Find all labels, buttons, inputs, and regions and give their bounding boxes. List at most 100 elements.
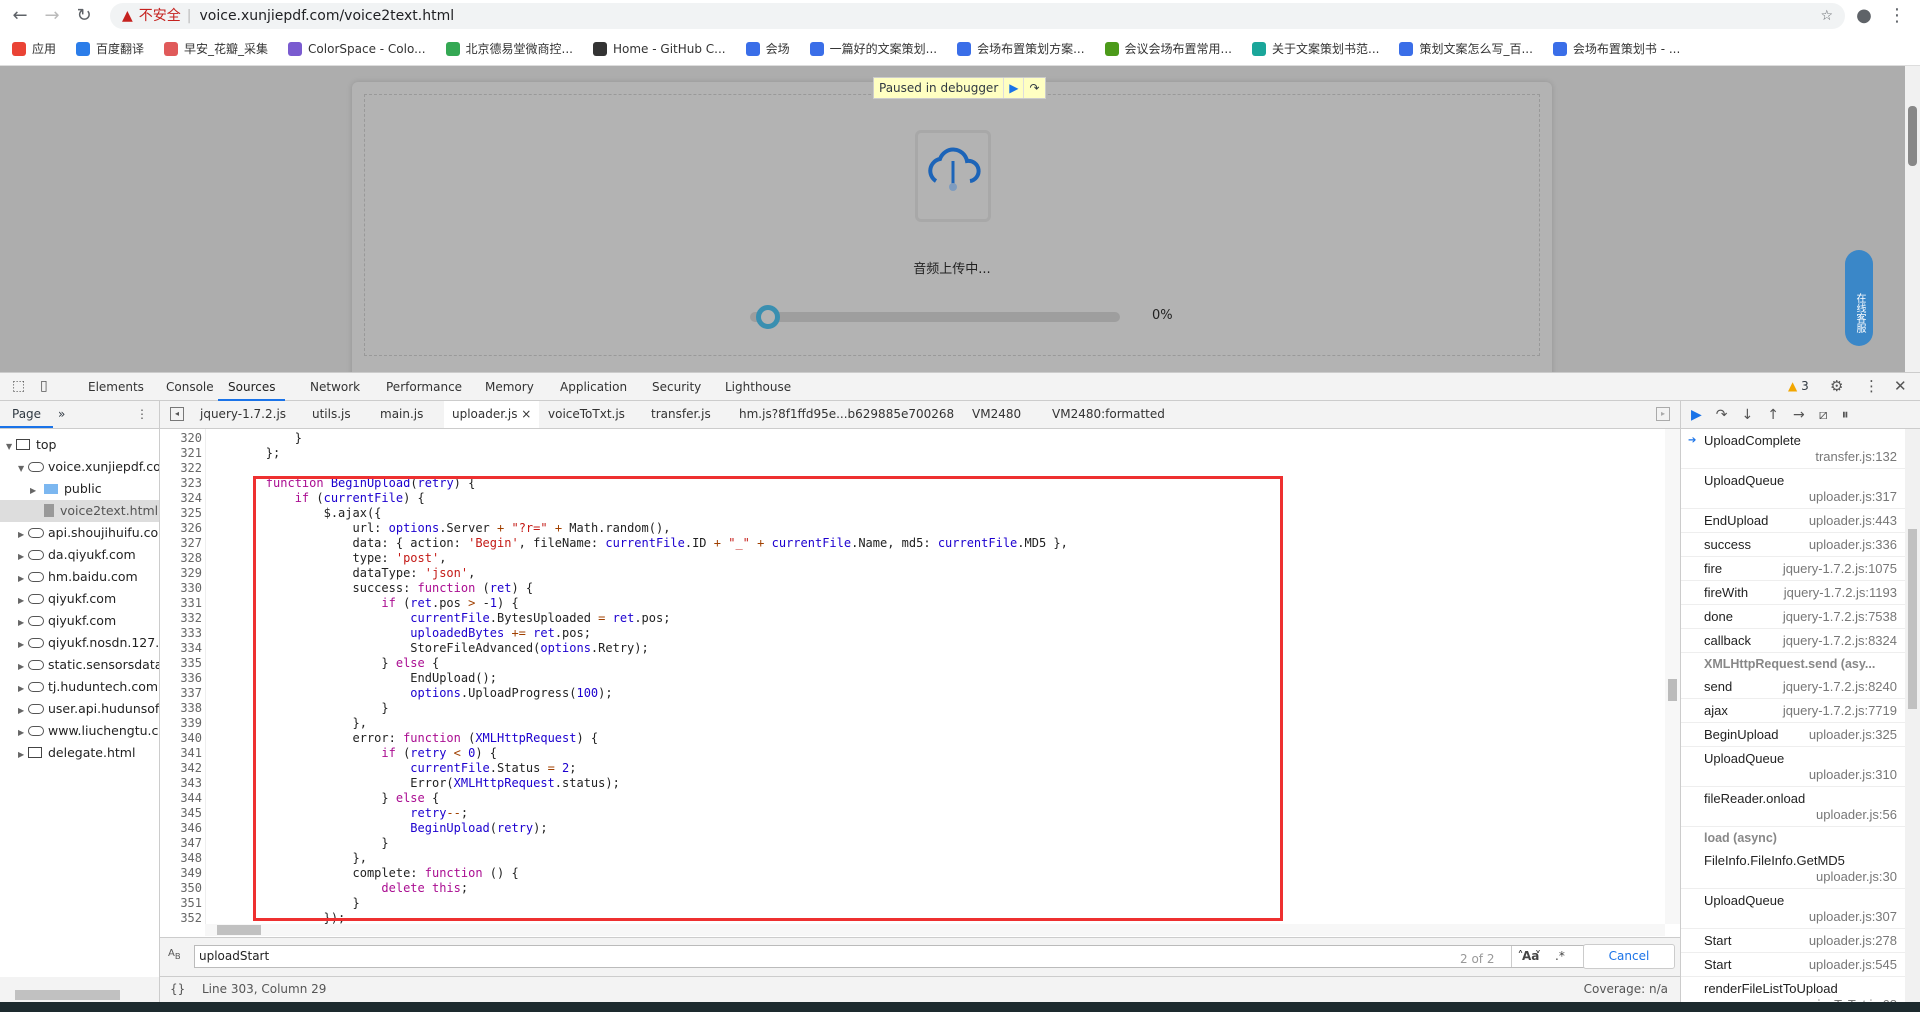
cancel-search-button[interactable]: Cancel — [1583, 944, 1675, 969]
navigator-scrollbar[interactable] — [0, 977, 160, 1002]
call-frame[interactable]: FileInfo.FileInfo.GetMD5 uploader.js:30 — [1681, 849, 1905, 889]
collapse-arrow-icon[interactable]: ▶ — [18, 700, 28, 720]
tree-item[interactable]: ▶ tj.huduntech.com — [0, 676, 159, 698]
call-frame-location[interactable]: jquery-1.7.2.js:8324 — [1783, 633, 1905, 649]
bookmark-item[interactable]: Home - GitHub C... — [593, 41, 726, 56]
line-number[interactable]: 337 — [160, 686, 202, 701]
resume-icon[interactable]: ▶ — [1691, 407, 1702, 423]
source-tab[interactable]: hm.js?8f1ffd95e...b629885e700268 — [731, 401, 962, 428]
call-frame[interactable]: send jquery-1.7.2.js:8240 — [1681, 675, 1905, 699]
menu-icon[interactable]: ⋮ — [1885, 4, 1909, 28]
toggle-navigator-icon[interactable]: ◂ — [170, 407, 184, 421]
call-frame-location[interactable]: jquery-1.7.2.js:8240 — [1783, 679, 1905, 695]
tree-item[interactable]: ▶ da.qiyukf.com — [0, 544, 159, 566]
call-frame[interactable]: renderFileListToUploadvoiceToTxt.js:68 — [1681, 977, 1905, 1002]
bookmark-item[interactable]: 会场布置策划书 - ... — [1552, 40, 1680, 57]
line-number[interactable]: 342 — [160, 761, 202, 776]
bookmark-item[interactable]: 百度翻译 — [76, 40, 144, 57]
line-gutter[interactable]: 320 321 322 323 324 325 326 327 328 329 330 331 332 3… — [160, 429, 206, 924]
tab-elements[interactable]: Elements — [78, 373, 154, 401]
call-frame-location[interactable]: uploader.js:307 — [1704, 909, 1905, 924]
tab-performance[interactable]: Performance — [376, 373, 472, 401]
bookmark-item[interactable]: ColorSpace - Colo... — [288, 41, 426, 56]
line-number[interactable]: 328 — [160, 551, 202, 566]
source-tab[interactable]: utils.js — [304, 401, 359, 428]
line-number[interactable]: 334 — [160, 641, 202, 656]
source-tab[interactable]: VM2480 — [964, 401, 1029, 428]
tree-item[interactable]: ▼ voice.xunjiepdf.com — [0, 456, 159, 478]
tree-item[interactable]: ▶ qiyukf.nosdn.127.net — [0, 632, 159, 654]
source-tab[interactable]: jquery-1.7.2.js — [192, 401, 294, 428]
call-frame-location[interactable]: jquery-1.7.2.js:1075 — [1783, 561, 1905, 577]
line-number[interactable]: 329 — [160, 566, 202, 581]
call-frame[interactable]: success uploader.js:336 — [1681, 533, 1905, 557]
tree-item[interactable]: ▶ delegate.html — [0, 742, 159, 764]
call-frame-location[interactable]: transfer.js:132 — [1704, 449, 1905, 464]
line-number[interactable]: 343 — [160, 776, 202, 791]
tree-item[interactable]: ▶ qiyukf.com — [0, 610, 159, 632]
bookmark-item[interactable]: 一篇好的文案策划... — [809, 40, 937, 57]
close-tab-icon[interactable]: × — [517, 407, 531, 421]
line-number[interactable]: 330 — [160, 581, 202, 596]
navigator-menu-icon[interactable]: ⋮ — [136, 401, 148, 428]
tree-item[interactable]: ▶ user.api.hudunsoft.com — [0, 698, 159, 720]
call-stack-scrollbar[interactable] — [1905, 429, 1920, 1002]
search-input[interactable]: uploadStart 2 of 2 ˄ ˅ — [194, 945, 1586, 968]
bookmark-item[interactable]: 会场 — [745, 40, 790, 57]
line-number[interactable]: 324 — [160, 491, 202, 506]
forward-icon[interactable]: → — [40, 4, 64, 28]
call-frame-location[interactable]: uploader.js:325 — [1809, 727, 1905, 743]
bookmark-item[interactable]: 北京德易堂微商控... — [445, 40, 573, 57]
call-frame[interactable]: fire jquery-1.7.2.js:1075 — [1681, 557, 1905, 581]
call-frame[interactable]: UploadQueue uploader.js:307 — [1681, 889, 1905, 929]
tree-item[interactable]: ▶ hm.baidu.com — [0, 566, 159, 588]
tab-application[interactable]: Application — [550, 373, 637, 401]
resume-icon[interactable]: ▶ — [1004, 78, 1025, 98]
step-out-icon[interactable]: ↑ — [1767, 407, 1779, 423]
page-scrollbar[interactable] — [1905, 66, 1920, 372]
call-frame-location[interactable]: uploader.js:317 — [1704, 489, 1905, 504]
bookmark-item[interactable]: 早安_花瓣_采集 — [164, 40, 268, 57]
line-number[interactable]: 335 — [160, 656, 202, 671]
toggle-debugger-icon[interactable]: ▸ — [1656, 407, 1670, 421]
warnings-badge[interactable]: ▲ 3 — [1788, 379, 1809, 393]
bookmark-item[interactable]: 关于文案策划书范... — [1252, 40, 1379, 57]
bookmark-star-icon[interactable]: ☆ — [1820, 3, 1833, 29]
more-options-icon[interactable]: ⋮ — [1864, 377, 1879, 395]
call-frame[interactable]: fileReader.onload uploader.js:56 — [1681, 787, 1905, 827]
expand-arrow-icon[interactable]: ▼ — [6, 436, 16, 456]
call-frame-location[interactable]: uploader.js:443 — [1809, 513, 1905, 529]
call-frame[interactable]: Start uploader.js:278 — [1681, 929, 1905, 953]
collapse-arrow-icon[interactable]: ▶ — [18, 656, 28, 676]
replace-toggle-icon[interactable]: AB — [168, 948, 181, 961]
call-frame-location[interactable]: jquery-1.7.2.js:7538 — [1783, 609, 1905, 625]
bookmark-item[interactable]: 策划文案怎么写_百... — [1399, 40, 1533, 57]
tree-item[interactable]: ▶ qiyukf.com — [0, 588, 159, 610]
deactivate-breakpoints-icon[interactable]: ⧄ — [1819, 407, 1828, 423]
tree-item[interactable]: ▶ static.sensorsdata.cn — [0, 654, 159, 676]
collapse-arrow-icon[interactable]: ▶ — [18, 634, 28, 654]
line-number[interactable]: 338 — [160, 701, 202, 716]
line-number[interactable]: 331 — [160, 596, 202, 611]
line-number[interactable]: 332 — [160, 611, 202, 626]
online-support-button[interactable]: 在线客服 — [1845, 250, 1873, 346]
profile-icon[interactable]: ● — [1852, 4, 1876, 28]
bookmark-item[interactable]: 会场布置策划方案... — [957, 40, 1085, 57]
close-devtools-icon[interactable]: ✕ — [1894, 377, 1907, 395]
call-frame[interactable]: fireWith jquery-1.7.2.js:1193 — [1681, 581, 1905, 605]
line-number[interactable]: 340 — [160, 731, 202, 746]
line-number[interactable]: 341 — [160, 746, 202, 761]
line-number[interactable]: 333 — [160, 626, 202, 641]
bookmark-item[interactable]: 会议会场布置常用... — [1104, 40, 1232, 57]
collapse-arrow-icon[interactable]: ▶ — [18, 744, 28, 764]
call-frame[interactable]: ajax jquery-1.7.2.js:7719 — [1681, 699, 1905, 723]
call-frame[interactable]: EndUpload uploader.js:443 — [1681, 509, 1905, 533]
call-frame-location[interactable]: jquery-1.7.2.js:7719 — [1783, 703, 1905, 719]
tab-console[interactable]: Console — [156, 373, 224, 401]
source-tab[interactable]: VM2480:formatted — [1044, 401, 1173, 428]
source-tab[interactable]: transfer.js — [643, 401, 719, 428]
collapse-arrow-icon[interactable]: ▶ — [18, 546, 28, 566]
tree-item[interactable]: ▶ api.shoujihuifu.com — [0, 522, 159, 544]
line-number[interactable]: 344 — [160, 791, 202, 806]
match-case-toggle[interactable]: Aa — [1522, 949, 1539, 963]
